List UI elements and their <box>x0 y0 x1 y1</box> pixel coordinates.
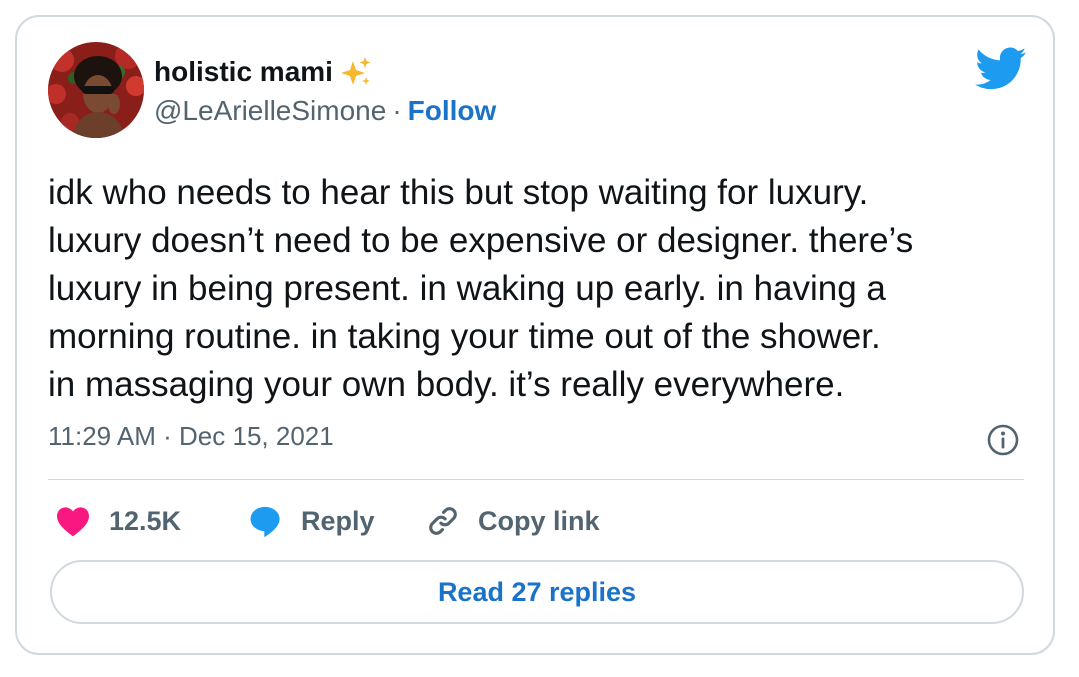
author-display-name: holistic mami <box>154 56 333 87</box>
follow-link[interactable]: Follow <box>408 95 497 126</box>
separator-dot: · <box>392 95 402 126</box>
tweet-timestamp[interactable]: 11:29 AM · Dec 15, 2021 <box>48 421 334 452</box>
copy-link-button[interactable]: Copy link <box>426 501 600 541</box>
tweet-text-line: morning routine. in taking your time out… <box>48 317 881 356</box>
heart-icon <box>57 507 89 537</box>
author-name[interactable]: holistic mami <box>154 55 373 89</box>
tweet-text-line: luxury doesn’t need to be expensive or d… <box>48 221 914 260</box>
read-replies-button[interactable]: Read 27 replies <box>50 560 1024 624</box>
reply-button[interactable]: Reply <box>247 501 375 541</box>
info-icon[interactable] <box>986 423 1020 457</box>
like-button[interactable]: 12.5K <box>55 501 181 541</box>
like-count: 12.5K <box>109 505 182 536</box>
divider <box>48 479 1024 480</box>
author-handle-row: @LeArielleSimone · Follow <box>154 95 496 127</box>
copy-link-label: Copy link <box>478 505 600 536</box>
tweet-text-line: in massaging your own body. it’s really … <box>48 365 845 404</box>
tweet-text-line: idk who needs to hear this but stop wait… <box>48 173 869 212</box>
sparkles-icon <box>340 57 371 85</box>
author-avatar[interactable] <box>48 42 144 138</box>
twitter-bird-icon[interactable] <box>975 47 1027 91</box>
link-icon <box>429 507 457 535</box>
read-replies-label: Read 27 replies <box>437 576 637 607</box>
reply-label: Reply <box>301 505 375 536</box>
author-handle[interactable]: @LeArielleSimone <box>154 95 386 126</box>
avatar-image <box>48 42 144 138</box>
speech-bubble-icon <box>250 506 280 537</box>
tweet-text-line: luxury in being present. in waking up ea… <box>48 269 886 308</box>
tweet-card: holistic mami @LeArielleSimone · Follow id… <box>15 15 1055 655</box>
tweet-text: idk who needs to hear this but stop wait… <box>48 169 1038 409</box>
